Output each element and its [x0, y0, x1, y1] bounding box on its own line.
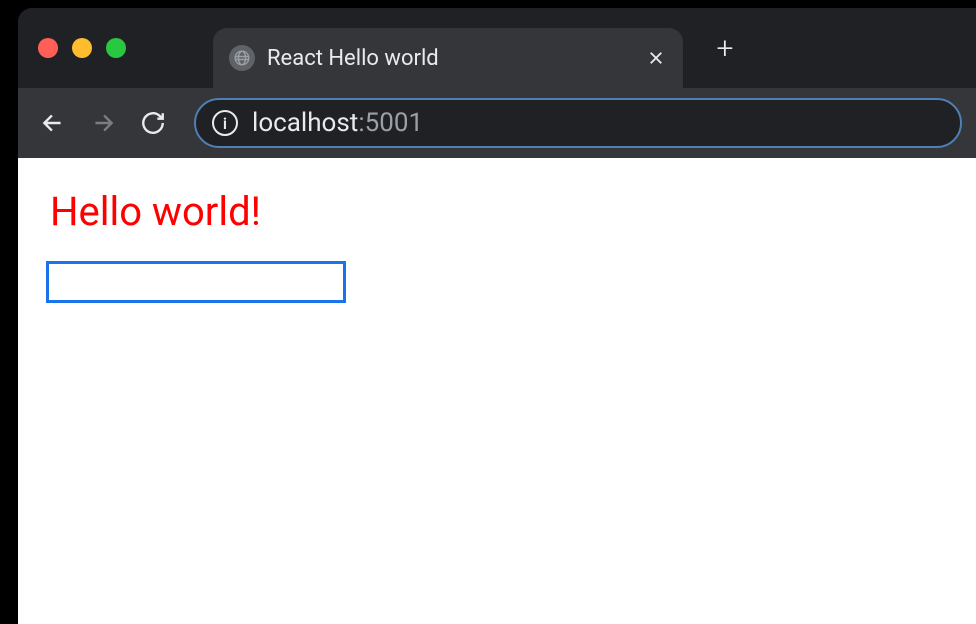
- window-minimize-button[interactable]: [72, 38, 92, 58]
- address-bar[interactable]: i localhost:5001: [194, 98, 962, 148]
- url-port: :5001: [358, 108, 423, 138]
- window-controls: [38, 38, 126, 58]
- forward-button[interactable]: [82, 102, 124, 144]
- tab-close-button[interactable]: [645, 47, 667, 69]
- url-host: localhost: [252, 108, 358, 138]
- site-info-icon[interactable]: i: [212, 110, 238, 136]
- globe-icon: [229, 45, 255, 71]
- new-tab-button[interactable]: +: [710, 33, 740, 63]
- browser-window: React Hello world + i localhost:5001 Hel…: [18, 8, 976, 624]
- reload-button[interactable]: [132, 102, 174, 144]
- window-maximize-button[interactable]: [106, 38, 126, 58]
- url-text: localhost:5001: [252, 108, 423, 138]
- window-close-button[interactable]: [38, 38, 58, 58]
- back-button[interactable]: [32, 102, 74, 144]
- page-content: Hello world!: [18, 158, 976, 624]
- toolbar: i localhost:5001: [18, 88, 976, 158]
- tab-title: React Hello world: [267, 46, 633, 71]
- tab-strip: React Hello world +: [18, 8, 976, 88]
- browser-tab[interactable]: React Hello world: [213, 28, 683, 88]
- text-input[interactable]: [46, 261, 346, 303]
- page-heading: Hello world!: [50, 188, 948, 235]
